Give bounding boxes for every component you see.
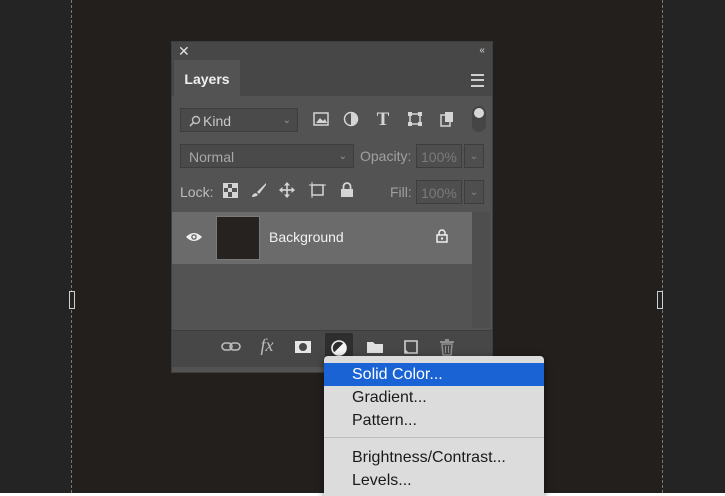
blend-mode-value: Normal xyxy=(189,149,235,165)
close-icon[interactable]: ✕ xyxy=(178,42,190,60)
lock-artboard-icon[interactable] xyxy=(308,182,326,200)
opacity-input[interactable]: 100% xyxy=(416,144,462,168)
menu-item-gradient[interactable]: Gradient... xyxy=(324,386,544,409)
chevron-down-icon: ⌄ xyxy=(338,151,347,162)
menu-separator xyxy=(324,437,544,438)
layers-panel: ✕ ‹‹ Layers Kind ⌄ T Normal ⌄ Opacity: 1… xyxy=(172,42,492,372)
adjustment-layer-menu: Solid Color... Gradient... Pattern... Br… xyxy=(324,356,544,496)
fill-input[interactable]: 100% xyxy=(416,180,462,204)
lock-all-icon[interactable] xyxy=(339,182,355,200)
menu-item-levels[interactable]: Levels... xyxy=(324,469,544,492)
left-guide xyxy=(71,0,72,493)
type-filter-icon[interactable]: T xyxy=(374,109,392,130)
menu-item-solid-color[interactable]: Solid Color... xyxy=(324,363,544,386)
filter-toggle[interactable] xyxy=(472,106,486,132)
menu-item-pattern[interactable]: Pattern... xyxy=(324,409,544,432)
panel-topbar: ✕ ‹‹ xyxy=(172,42,492,60)
pixel-filter-icon[interactable] xyxy=(312,112,330,128)
blend-mode-select[interactable]: Normal ⌄ xyxy=(180,144,354,168)
collapse-icon[interactable]: ‹‹ xyxy=(479,42,485,60)
opacity-label: Opacity: xyxy=(360,148,412,164)
lock-label: Lock: xyxy=(180,184,214,200)
panel-menu-icon[interactable] xyxy=(471,74,484,87)
layers-scrollbar[interactable] xyxy=(472,212,490,328)
link-icon[interactable] xyxy=(220,337,242,362)
fill-label: Fill: xyxy=(390,184,412,200)
layer-name: Background xyxy=(269,229,344,245)
search-icon xyxy=(189,109,201,135)
layer-thumbnail xyxy=(216,216,260,260)
layer-row[interactable]: Background xyxy=(172,212,472,264)
tab-layers[interactable]: Layers xyxy=(174,60,240,97)
menu-item-brightness-contrast[interactable]: Brightness/Contrast... xyxy=(324,446,544,469)
opacity-dropdown-button[interactable]: ⌄ xyxy=(464,144,484,168)
lock-image-pixels-icon[interactable] xyxy=(250,182,268,200)
smart-object-filter-icon[interactable] xyxy=(439,111,455,129)
left-resize-handle[interactable] xyxy=(69,291,75,309)
mask-icon[interactable] xyxy=(292,337,314,362)
fill-dropdown-button[interactable]: ⌄ xyxy=(464,180,484,204)
eye-icon[interactable] xyxy=(184,230,204,244)
layer-lock-icon xyxy=(435,229,449,245)
lock-transparent-pixels-icon[interactable] xyxy=(222,183,238,199)
kind-filter-label: Kind xyxy=(203,113,232,129)
fx-icon[interactable]: fx xyxy=(256,335,278,356)
right-resize-handle[interactable] xyxy=(657,291,663,309)
adjustment-filter-icon[interactable] xyxy=(342,111,360,129)
lock-position-icon[interactable] xyxy=(278,182,296,200)
panel-tab-row: Layers xyxy=(172,60,492,97)
chevron-down-icon: ⌄ xyxy=(282,115,291,126)
kind-filter-select[interactable]: Kind ⌄ xyxy=(180,108,298,132)
shape-filter-icon[interactable] xyxy=(406,111,424,129)
right-guide xyxy=(662,0,663,493)
